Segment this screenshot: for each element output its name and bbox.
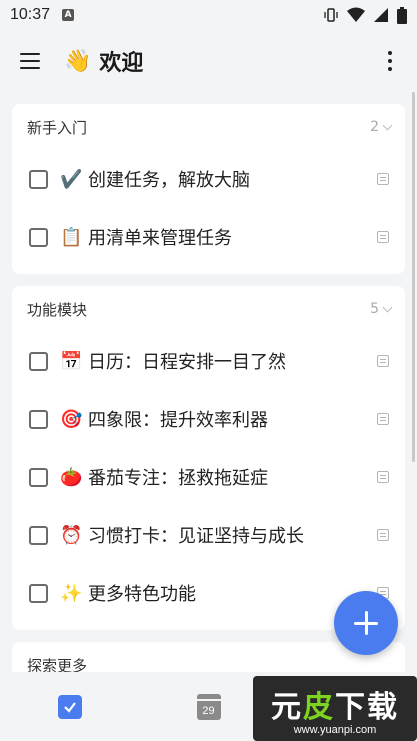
task-item[interactable]: 📋 用清单来管理任务 (12, 208, 405, 266)
task-checkbox[interactable] (29, 525, 48, 545)
task-label: 番茄专注：拯救拖延症 (88, 468, 268, 489)
clipboard-icon: 📋 (60, 226, 83, 248)
app-bar: 👋 欢迎 (0, 30, 417, 92)
task-label: 更多特色功能 (88, 584, 196, 605)
section-title: 探索更多 (27, 656, 88, 673)
wifi-icon (347, 7, 365, 22)
note-icon (377, 529, 389, 541)
task-item[interactable]: ⏰ 习惯打卡：见证坚持与成长 (12, 506, 405, 564)
target-icon: 🎯 (60, 408, 83, 430)
notification-icon: A (62, 9, 75, 21)
task-checkbox[interactable] (29, 409, 48, 429)
check-mark-icon: ✔️ (60, 168, 83, 190)
watermark-char-2: 皮 (303, 689, 335, 725)
hamburger-menu-icon[interactable] (20, 48, 46, 74)
task-label: 习惯打卡：见证坚持与成长 (88, 526, 304, 547)
calendar-icon: 📅 (60, 350, 83, 372)
task-list[interactable]: 新手入门 2 ✔️ 创建任务，解放大脑 📋 用清单来管理任务 功能模块 5 📅 … (0, 92, 417, 672)
task-label: 四象限：提升效率利器 (88, 410, 268, 431)
task-checkbox[interactable] (29, 227, 48, 247)
section-count: 5 (370, 301, 393, 317)
section-header[interactable]: 功能模块 5 (12, 286, 405, 332)
signal-icon (374, 8, 388, 22)
section-title: 功能模块 (27, 300, 88, 319)
status-bar: 10:37 A (0, 0, 417, 30)
page-title-text: 欢迎 (99, 51, 144, 76)
battery-icon (397, 6, 407, 24)
vibrate-icon (324, 8, 338, 22)
page-title: 👋 欢迎 (64, 45, 143, 77)
section-getting-started: 新手入门 2 ✔️ 创建任务，解放大脑 📋 用清单来管理任务 (12, 104, 405, 274)
note-icon (377, 413, 389, 425)
alarm-clock-icon: ⏰ (60, 524, 83, 546)
task-checkbox[interactable] (29, 467, 48, 487)
status-time: 10:37 (10, 6, 51, 23)
task-checkbox[interactable] (29, 351, 48, 371)
calendar-icon: 29 (196, 693, 221, 720)
watermark-logo: 元皮下载 www.yuanpi.com (253, 676, 417, 741)
section-count-value: 5 (370, 301, 379, 317)
waving-hand-icon: 👋 (64, 48, 92, 74)
task-checkbox[interactable] (29, 583, 48, 603)
task-checkbox[interactable] (29, 169, 48, 189)
note-icon (377, 355, 389, 367)
note-icon (377, 231, 389, 243)
task-label: 用清单来管理任务 (88, 228, 232, 249)
task-item[interactable]: 🎯 四象限：提升效率利器 (12, 390, 405, 448)
add-task-button[interactable] (334, 591, 398, 655)
section-features: 功能模块 5 📅 日历：日程安排一目了然 🎯 四象限：提升效率利器 🍅 番茄专注… (12, 286, 405, 630)
task-item[interactable]: 🍅 番茄专注：拯救拖延症 (12, 448, 405, 506)
task-label: 创建任务，解放大脑 (88, 170, 250, 191)
sparkles-icon: ✨ (60, 582, 83, 604)
task-item[interactable]: ✔️ 创建任务，解放大脑 (12, 150, 405, 208)
note-icon (377, 173, 389, 185)
task-item[interactable]: 📅 日历：日程安排一目了然 (12, 332, 405, 390)
plus-icon-vertical (364, 611, 368, 635)
task-label: 日历：日程安排一目了然 (88, 352, 286, 373)
section-title: 新手入门 (27, 118, 88, 137)
chevron-down-icon (382, 302, 393, 312)
note-icon (377, 471, 389, 483)
section-header[interactable]: 新手入门 2 (12, 104, 405, 150)
tab-tasks[interactable] (0, 672, 139, 741)
section-count-value: 2 (370, 119, 379, 135)
section-count: 2 (370, 119, 393, 135)
watermark-url: www.yuanpi.com (293, 723, 377, 736)
more-options-icon[interactable] (377, 46, 403, 76)
tomato-icon: 🍅 (60, 466, 83, 488)
watermark-char-1: 元 (271, 689, 303, 725)
watermark-text: 元皮下载 (271, 682, 399, 726)
checkbox-checked-icon (57, 694, 82, 719)
chevron-down-icon (382, 120, 393, 130)
scrollbar[interactable] (412, 92, 415, 462)
watermark-char-3: 下载 (335, 689, 399, 725)
calendar-day: 29 (202, 704, 215, 717)
